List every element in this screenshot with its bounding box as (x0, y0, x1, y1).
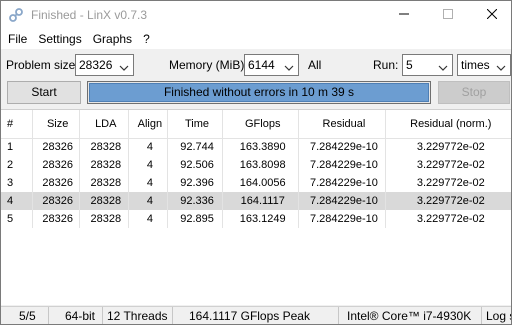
table-cell: 28326 (32, 156, 80, 174)
table-row[interactable]: 4 28326 28328 4 92.336 164.1117 7.284229e-10 3.… (1, 192, 511, 210)
table-cell: 28328 (79, 156, 129, 174)
table-cell: 7.284229e-10 (298, 156, 386, 174)
memory-combo[interactable]: 6144 (244, 54, 299, 76)
table-cell: 28328 (79, 174, 129, 192)
table-cell: 4 (1, 192, 33, 210)
table-cell: 3.229772e-02 (385, 210, 511, 228)
run-count-combo[interactable]: 5 (402, 54, 453, 76)
table-cell: 4 (128, 138, 168, 156)
table-cell: 4 (128, 156, 168, 174)
run-count-value: 5 (406, 58, 413, 72)
table-cell: 28328 (79, 138, 129, 156)
col-header-residual-norm[interactable]: Residual (norm.) (385, 110, 511, 139)
status-run-count: 5/5 (1, 307, 49, 324)
table-cell: 3.229772e-02 (385, 192, 511, 210)
menu-bar: File Settings Graphs ? (1, 29, 511, 49)
table-cell: 1 (1, 138, 33, 156)
table-cell: 28326 (32, 210, 80, 228)
table-cell: 28326 (32, 192, 80, 210)
table-cell: 163.3890 (222, 138, 300, 156)
problem-size-combo[interactable]: 28326 (75, 54, 134, 76)
table-row[interactable]: 5 28326 28328 4 92.895 163.1249 7.284229e-10 3.… (1, 210, 511, 228)
table-cell: 7.284229e-10 (298, 210, 386, 228)
menu-help[interactable]: ? (139, 29, 154, 49)
table-cell: 3.229772e-02 (385, 174, 511, 192)
start-button[interactable]: Start (7, 81, 81, 104)
table-cell: 92.506 (167, 156, 224, 174)
stop-button[interactable]: Stop (438, 81, 510, 104)
run-label: Run: (373, 58, 399, 72)
status-log[interactable]: Log s (482, 307, 511, 324)
linx-window: Finished - LinX v0.7.3 File Settings Gra… (0, 0, 512, 325)
table-cell: 3.229772e-02 (385, 156, 511, 174)
col-header-gflops[interactable]: GFlops (222, 110, 300, 139)
table-header-row: # Size LDA Align Time GFlops Residual Re… (1, 110, 511, 139)
results-table: # Size LDA Align Time GFlops Residual Re… (1, 109, 511, 305)
table-cell: 164.0056 (222, 174, 300, 192)
col-header-align[interactable]: Align (128, 110, 168, 139)
title-bar: Finished - LinX v0.7.3 (1, 1, 511, 29)
table-cell: 7.284229e-10 (298, 174, 386, 192)
close-icon (486, 8, 498, 22)
chevron-down-icon (496, 59, 506, 71)
table-cell: 28328 (79, 210, 129, 228)
col-header-size[interactable]: Size (32, 110, 80, 139)
table-cell: 4 (128, 192, 168, 210)
memory-value: 6144 (248, 58, 275, 72)
status-peak: 164.1117 GFlops Peak (173, 307, 339, 324)
chevron-down-icon (438, 59, 448, 71)
menu-file[interactable]: File (4, 29, 31, 49)
status-bar: 5/5 64-bit 12 Threads 164.1117 GFlops Pe… (1, 306, 511, 324)
table-cell: 5 (1, 210, 33, 228)
col-header-lda[interactable]: LDA (79, 110, 129, 139)
table-cell: 4 (128, 174, 168, 192)
table-cell: 28326 (32, 138, 80, 156)
table-cell: 92.744 (167, 138, 224, 156)
linx-app-icon (8, 7, 24, 23)
table-cell: 7.284229e-10 (298, 138, 386, 156)
table-cell: 3.229772e-02 (385, 138, 511, 156)
table-cell: 163.8098 (222, 156, 300, 174)
maximize-icon (443, 8, 453, 22)
status-bitness: 64-bit (49, 307, 103, 324)
minimize-icon (399, 9, 409, 22)
memory-label: Memory (MiB): (169, 58, 248, 72)
table-cell: 28328 (79, 192, 129, 210)
table-cell: 164.1117 (222, 192, 300, 210)
problem-size-value: 28326 (79, 58, 113, 72)
settings-row: Problem size: 28326 Memory (MiB): 6144 A… (1, 49, 511, 81)
problem-size-label: Problem size: (6, 58, 79, 72)
action-row: Start Finished without errors in 10 m 39… (1, 81, 511, 105)
status-threads: 12 Threads (103, 307, 173, 324)
progress-text: Finished without errors in 10 m 39 s (163, 85, 355, 99)
table-cell: 92.396 (167, 174, 224, 192)
table-cell: 28326 (32, 174, 80, 192)
table-cell: 2 (1, 156, 33, 174)
col-header-time[interactable]: Time (167, 110, 224, 139)
col-header-residual[interactable]: Residual (298, 110, 386, 139)
progress-bar: Finished without errors in 10 m 39 s (87, 81, 431, 104)
window-title: Finished - LinX v0.7.3 (31, 8, 148, 22)
maximize-button[interactable] (425, 1, 471, 29)
menu-graphs[interactable]: Graphs (89, 29, 136, 49)
table-row[interactable]: 2 28326 28328 4 92.506 163.8098 7.284229e-10 3.… (1, 156, 511, 174)
run-unit-combo[interactable]: times (457, 54, 511, 76)
close-button[interactable] (469, 1, 511, 29)
table-cell: 163.1249 (222, 210, 300, 228)
table-row[interactable]: 3 28326 28328 4 92.396 164.0056 7.284229e-10 3.… (1, 174, 511, 192)
chevron-down-icon (284, 59, 294, 71)
table-cell: 3 (1, 174, 33, 192)
table-cell: 7.284229e-10 (298, 192, 386, 210)
table-cell: 92.895 (167, 210, 224, 228)
memory-all-button[interactable]: All (308, 58, 321, 72)
run-unit-value: times (461, 58, 490, 72)
menu-settings[interactable]: Settings (34, 29, 85, 49)
chevron-down-icon (119, 59, 129, 71)
table-cell: 4 (128, 210, 168, 228)
table-row[interactable]: 1 28326 28328 4 92.744 163.3890 7.284229e-10 3.… (1, 138, 511, 156)
minimize-button[interactable] (381, 1, 427, 29)
status-cpu: Intel® Core™ i7-4930K (339, 307, 482, 324)
col-header-index[interactable]: # (1, 110, 33, 139)
table-cell: 92.336 (167, 192, 224, 210)
